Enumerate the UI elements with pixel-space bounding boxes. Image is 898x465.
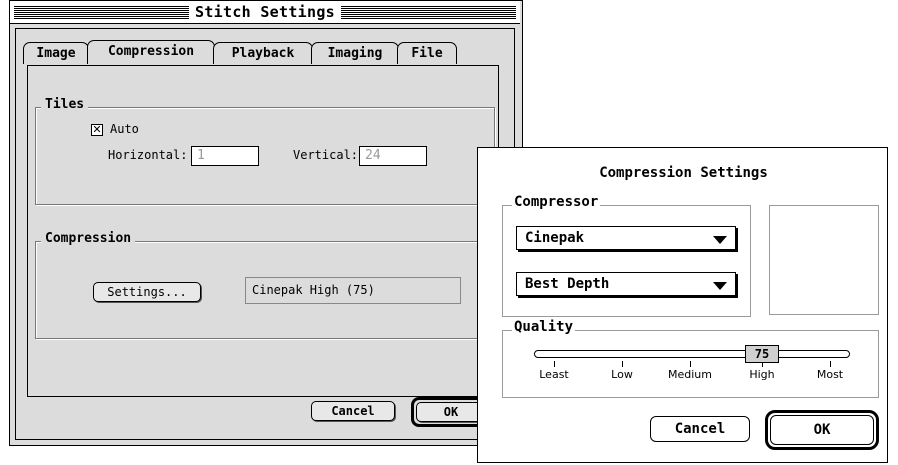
quality-slider-track[interactable]	[534, 350, 850, 358]
depth-popup[interactable]: Best Depth	[516, 272, 736, 296]
title-bar[interactable]: Stitch Settings	[10, 1, 520, 24]
chevron-down-icon	[713, 282, 727, 290]
tab-label: File	[411, 46, 443, 61]
compression-group-label: Compression	[41, 231, 136, 246]
tab-label: Image	[36, 46, 76, 61]
tick-label-low: Low	[611, 368, 633, 381]
compression-readout: Cinepak High (75)	[245, 277, 461, 304]
cancel-button[interactable]: Cancel	[311, 401, 395, 421]
tab-label: Imaging	[327, 46, 383, 61]
quality-group-label: Quality	[512, 319, 576, 335]
stitch-settings-window: Stitch Settings Image Compression Playba…	[9, 0, 523, 446]
tab-imaging[interactable]: Imaging	[311, 42, 399, 64]
vertical-field[interactable]: 24	[359, 146, 427, 166]
dialog-title: Compression Settings	[599, 165, 768, 181]
codec-value: Cinepak	[525, 230, 585, 246]
tab-image[interactable]: Image	[23, 42, 89, 64]
tab-label: Playback	[231, 46, 295, 61]
compressor-group-label: Compressor	[512, 194, 601, 210]
tab-playback[interactable]: Playback	[213, 42, 313, 64]
auto-checkbox[interactable]: ✕	[91, 124, 103, 136]
compressor-group	[502, 205, 751, 317]
dialog-ok-button[interactable]: OK	[770, 415, 874, 445]
vertical-label: Vertical:	[293, 148, 359, 162]
tick-label-high: High	[749, 368, 775, 381]
tick-label-least: Least	[539, 368, 569, 381]
tab-file[interactable]: File	[397, 42, 457, 64]
horizontal-label: Horizontal:	[108, 148, 188, 162]
tiles-group-label: Tiles	[41, 97, 89, 112]
window-title: Stitch Settings	[189, 3, 341, 21]
tick-mark	[622, 361, 623, 367]
dialog-cancel-button[interactable]: Cancel	[650, 416, 750, 442]
tick-mark	[554, 361, 555, 367]
codec-popup[interactable]: Cinepak	[516, 226, 736, 250]
settings-button[interactable]: Settings...	[93, 282, 201, 302]
tick-label-medium: Medium	[668, 368, 712, 381]
tick-label-most: Most	[816, 368, 844, 381]
quality-slider-thumb[interactable]: 75	[745, 345, 779, 363]
ok-button[interactable]: OK	[416, 402, 486, 422]
chevron-down-icon	[713, 236, 727, 244]
compression-settings-dialog: Compression Settings Compressor Cinepak …	[477, 147, 888, 463]
title-bar-stripes	[340, 6, 516, 19]
preview-box	[769, 205, 879, 315]
tick-mark	[690, 361, 691, 367]
depth-value: Best Depth	[525, 276, 610, 292]
tab-compression[interactable]: Compression	[87, 40, 215, 64]
auto-label: Auto	[110, 122, 139, 136]
tick-mark	[830, 361, 831, 367]
tab-label: Compression	[107, 44, 195, 59]
horizontal-field[interactable]: 1	[191, 146, 259, 166]
check-mark-icon: ✕	[92, 123, 102, 136]
